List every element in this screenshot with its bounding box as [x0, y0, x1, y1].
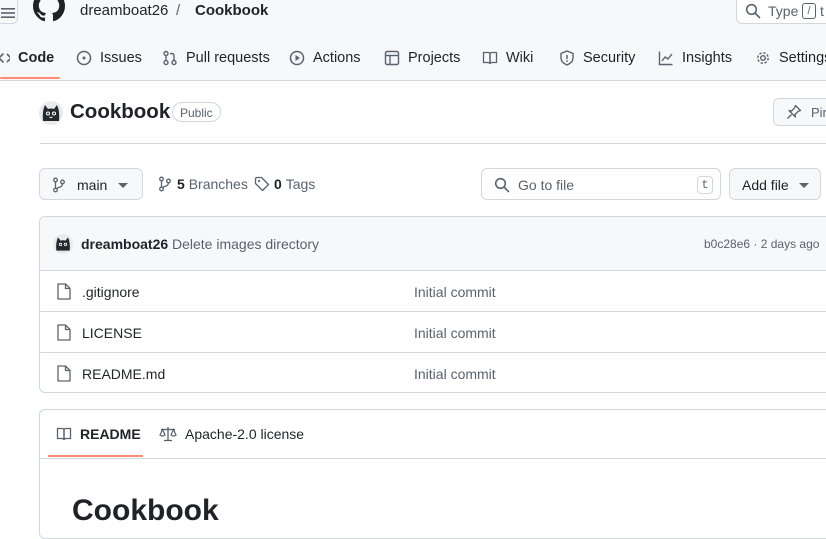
file-icon [57, 365, 71, 382]
go-to-file-shortcut-key: t [697, 176, 713, 194]
license-tab-label: Apache-2.0 license [185, 426, 305, 442]
readme-heading: Cookbook [72, 494, 219, 527]
graph-icon [658, 51, 673, 66]
gear-icon [757, 52, 769, 64]
tab-code[interactable]: Code [0, 44, 54, 72]
readme-tab-label: README [80, 426, 141, 442]
file-name[interactable]: README.md [82, 366, 165, 382]
tab-readme[interactable]: README [56, 426, 141, 442]
tab-settings[interactable]: Settings [755, 44, 826, 72]
file-icon [57, 324, 71, 341]
tags-link[interactable]: 0 Tags [254, 176, 315, 192]
menu-button[interactable] [0, 0, 18, 24]
file-commit-message[interactable]: Initial commit [414, 284, 496, 300]
table-row[interactable]: .gitignore Initial commit [40, 271, 826, 312]
search-shortcut-key: / [802, 3, 816, 19]
tag-icon [254, 176, 270, 192]
commit-author-avatar[interactable] [53, 234, 73, 254]
readme-panel: README Apache-2.0 license Cookbook [39, 409, 826, 539]
go-to-file-input[interactable]: Go to file [481, 168, 721, 200]
github-logo-icon[interactable] [33, 0, 65, 22]
code-icon [0, 53, 10, 63]
tab-pull-requests[interactable]: Pull requests [162, 44, 270, 72]
branch-name: main [77, 177, 108, 193]
active-tab-indicator [0, 77, 60, 79]
book-icon [482, 51, 498, 65]
breadcrumb-owner[interactable]: dreamboat26 [80, 2, 168, 20]
tab-insights[interactable]: Insights [658, 44, 732, 72]
tab-label: Security [583, 50, 636, 66]
pin-icon [787, 104, 802, 119]
readme-tabs: README Apache-2.0 license [40, 410, 826, 459]
add-file-label: Add file [742, 177, 789, 193]
tags-count: 0 [274, 176, 282, 192]
hamburger-icon [1, 8, 15, 18]
table-icon [384, 50, 400, 66]
commit-meta[interactable]: b0c28e6 · 2 days ago [704, 237, 819, 251]
branch-icon [159, 176, 171, 192]
table-row[interactable]: LICENSE Initial commit [40, 312, 826, 353]
tab-label: Actions [313, 50, 361, 66]
play-icon [289, 50, 305, 66]
pin-button[interactable]: Pin [773, 98, 826, 126]
shield-icon [560, 50, 574, 66]
file-commit-message[interactable]: Initial commit [414, 325, 496, 341]
tab-security[interactable]: Security [559, 44, 635, 72]
table-row[interactable]: README.md Initial commit [40, 353, 826, 392]
breadcrumb-separator: / [176, 2, 181, 19]
branches-count: 5 [177, 176, 185, 192]
search-placeholder: Type [768, 3, 799, 19]
tab-label: Projects [408, 50, 461, 66]
repo-title[interactable]: Cookbook [70, 100, 170, 124]
tab-label: Settings [779, 50, 826, 66]
tab-actions[interactable]: Actions [289, 44, 361, 72]
branch-icon [53, 177, 65, 193]
tab-label: Pull requests [186, 50, 270, 66]
tab-label: Code [18, 50, 55, 66]
repo-owner-avatar[interactable] [39, 101, 63, 125]
chevron-down-icon [799, 183, 809, 188]
tags-label: Tags [285, 176, 316, 192]
chevron-down-icon [118, 183, 128, 188]
file-icon [57, 283, 71, 300]
search-placeholder-tail: t [820, 3, 824, 19]
commit-message[interactable]: Delete images directory [172, 236, 319, 252]
file-table: dreamboat26 Delete images directory b0c2… [39, 216, 826, 393]
breadcrumb-repo[interactable]: Cookbook [195, 2, 268, 20]
file-name[interactable]: LICENSE [82, 325, 142, 341]
pin-label: Pin [811, 105, 826, 120]
search-input[interactable]: Type / t [736, 0, 826, 24]
tab-label: Wiki [506, 50, 534, 66]
tab-label: Insights [682, 50, 732, 66]
commit-author[interactable]: dreamboat26 [81, 236, 168, 252]
pull-request-icon [163, 50, 177, 66]
tab-license[interactable]: Apache-2.0 license [159, 426, 304, 442]
add-file-button[interactable]: Add file [729, 168, 821, 200]
book-icon [56, 427, 72, 441]
tab-projects[interactable]: Projects [384, 44, 460, 72]
title-divider [40, 143, 826, 144]
branches-label: Branches [188, 176, 248, 192]
active-tab-indicator [48, 455, 143, 457]
branch-select-button[interactable]: main [39, 168, 143, 200]
law-icon [159, 427, 177, 442]
tab-label: Issues [100, 50, 142, 66]
visibility-badge: Public [172, 102, 221, 122]
go-to-file-placeholder: Go to file [518, 177, 575, 193]
file-commit-message[interactable]: Initial commit [414, 366, 496, 382]
latest-commit-bar: dreamboat26 Delete images directory b0c2… [40, 217, 826, 271]
branches-link[interactable]: 5 Branches [157, 176, 248, 192]
file-name[interactable]: .gitignore [82, 284, 140, 300]
search-icon [745, 3, 761, 19]
tab-wiki[interactable]: Wiki [482, 44, 533, 72]
issue-icon [76, 50, 92, 66]
search-icon [494, 177, 510, 193]
tab-issues[interactable]: Issues [76, 44, 142, 72]
